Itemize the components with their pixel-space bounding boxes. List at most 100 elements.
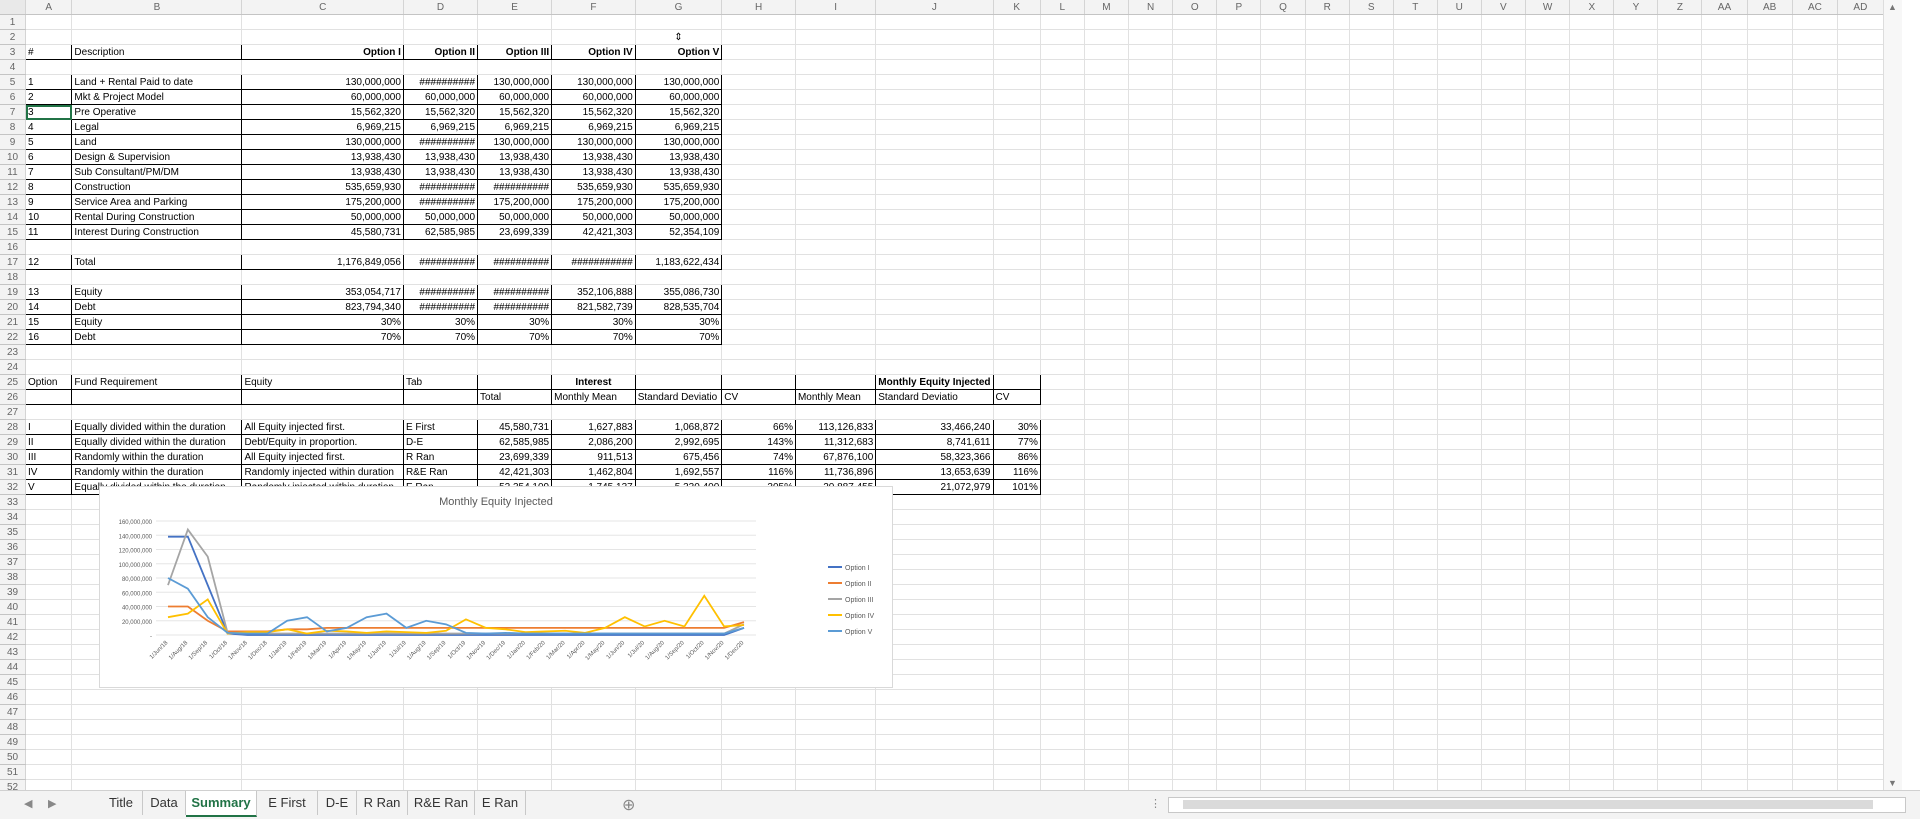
cell-V33[interactable] [1481,494,1526,510]
cell-AA17[interactable] [1701,254,1748,270]
cell-K15[interactable] [993,224,1041,240]
cell-Z39[interactable] [1657,584,1703,600]
cell-H10[interactable] [721,149,796,165]
row-header[interactable]: 16 [0,239,26,255]
cell-H3[interactable] [721,44,796,60]
cell-S14[interactable] [1349,209,1394,225]
column-header-W[interactable]: W [1525,0,1571,15]
cell-AA10[interactable] [1701,149,1748,165]
cell-AD36[interactable] [1837,539,1884,555]
cell-L10[interactable] [1040,149,1085,165]
cell-AD22[interactable] [1837,329,1884,345]
cell-R21[interactable] [1305,314,1350,330]
cell-D28[interactable]: E First [402,419,479,435]
cell-AC39[interactable] [1792,584,1839,600]
cell-Y28[interactable] [1613,419,1659,435]
cell-G16[interactable] [635,239,723,255]
cell-G24[interactable] [635,359,723,375]
cell-F29[interactable]: 2,086,200 [551,434,636,450]
cell-W50[interactable] [1525,749,1571,765]
cell-B24[interactable] [71,359,243,375]
cell-P46[interactable] [1216,689,1262,705]
cell-I14[interactable] [795,209,877,225]
row-header[interactable]: 11 [0,164,26,180]
cell-AA22[interactable] [1701,329,1748,345]
cell-G19[interactable]: 355,086,730 [634,284,723,300]
tab-next-icon[interactable]: ▶ [48,797,56,810]
cell-AD40[interactable] [1837,599,1884,615]
cell-L9[interactable] [1040,134,1085,150]
cell-O33[interactable] [1172,494,1218,510]
cell-E17[interactable]: ########## [477,254,553,270]
cell-X50[interactable] [1569,749,1615,765]
cell-AD5[interactable] [1837,74,1884,90]
cell-L23[interactable] [1040,344,1085,360]
cell-K10[interactable] [993,149,1041,165]
cell-C27[interactable] [241,404,404,420]
cell-W22[interactable] [1525,329,1571,345]
cell-O36[interactable] [1172,539,1218,555]
cell-L24[interactable] [1040,359,1085,375]
cell-P41[interactable] [1216,614,1262,630]
cell-V8[interactable] [1481,119,1526,135]
cell-S30[interactable] [1349,449,1394,465]
cell-AB45[interactable] [1747,674,1793,690]
cell-Y48[interactable] [1613,719,1659,735]
cell-W49[interactable] [1525,734,1571,750]
cell-AB48[interactable] [1747,719,1793,735]
cell-A51[interactable] [25,764,73,780]
cell-N8[interactable] [1128,119,1174,135]
cell-M45[interactable] [1084,674,1130,690]
cell-E23[interactable] [477,344,553,360]
column-header-T[interactable]: T [1393,0,1438,15]
cell-H8[interactable] [721,119,796,135]
cell-M1[interactable] [1084,14,1130,30]
cell-AC17[interactable] [1792,254,1839,270]
cell-Y46[interactable] [1613,689,1659,705]
cell-O46[interactable] [1172,689,1218,705]
cell-AD2[interactable] [1837,29,1884,45]
cell-K43[interactable] [993,644,1041,660]
cell-Y15[interactable] [1613,224,1659,240]
cell-O2[interactable] [1172,29,1218,45]
cell-AA51[interactable] [1701,764,1748,780]
cell-AC31[interactable] [1792,464,1839,480]
cell-S27[interactable] [1349,404,1394,420]
cell-J44[interactable] [875,659,994,675]
cell-N44[interactable] [1128,659,1174,675]
cell-AB7[interactable] [1747,104,1793,120]
cell-J49[interactable] [875,734,994,750]
cell-AA7[interactable] [1701,104,1748,120]
row-header[interactable]: 38 [0,569,26,585]
cell-C8[interactable]: 6,969,215 [241,119,404,135]
cell-A52[interactable] [25,779,73,790]
cell-M38[interactable] [1084,569,1130,585]
cell-B46[interactable] [71,689,243,705]
cell-AD20[interactable] [1837,299,1884,315]
cell-N23[interactable] [1128,344,1174,360]
cell-O10[interactable] [1172,149,1218,165]
cell-U12[interactable] [1437,179,1482,195]
cell-X21[interactable] [1569,314,1615,330]
cell-H27[interactable] [721,404,796,420]
cell-P37[interactable] [1216,554,1262,570]
cell-T31[interactable] [1393,464,1438,480]
cell-M10[interactable] [1084,149,1130,165]
cell-F4[interactable] [551,59,636,75]
cell-AA30[interactable] [1701,449,1748,465]
cell-T33[interactable] [1393,494,1438,510]
cell-AB35[interactable] [1747,524,1793,540]
cell-Z48[interactable] [1657,719,1703,735]
cell-K2[interactable] [993,29,1041,45]
cell-K32[interactable]: 101% [992,479,1041,495]
cell-L37[interactable] [1040,554,1085,570]
cell-S38[interactable] [1349,569,1394,585]
cell-N46[interactable] [1128,689,1174,705]
cell-D4[interactable] [403,59,479,75]
cell-H14[interactable] [721,209,796,225]
cell-L15[interactable] [1040,224,1085,240]
cell-AD30[interactable] [1837,449,1884,465]
cell-S48[interactable] [1349,719,1394,735]
cell-T7[interactable] [1393,104,1438,120]
row-header[interactable]: 33 [0,494,26,510]
